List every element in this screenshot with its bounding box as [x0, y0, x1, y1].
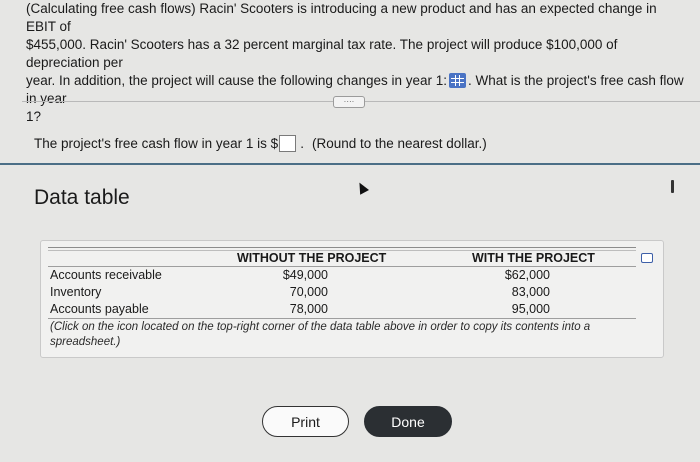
copy-icon[interactable]	[641, 253, 653, 263]
close-icon[interactable]	[671, 180, 674, 193]
modal-title: Data table	[34, 186, 130, 209]
row-label: Accounts receivable	[50, 268, 162, 282]
value-without: 78,000	[289, 302, 328, 316]
row-label: Accounts payable	[50, 302, 149, 316]
mouse-cursor-icon	[355, 180, 369, 195]
copy-instructions-note: (Click on the icon located on the top-ri…	[50, 321, 591, 348]
table-row: Accounts payable 78,000 95,000	[0, 302, 700, 318]
expand-button[interactable]: ····	[333, 96, 365, 108]
question-line-2: $455,000. Racin' Scooters has a 32 perce…	[26, 37, 618, 70]
column-header-without: WITHOUT THE PROJECT	[237, 251, 387, 265]
table-row: Accounts receivable $49,000 $62,000	[0, 268, 700, 284]
answer-row: The project's free cash flow in year 1 i…	[34, 135, 487, 152]
print-button[interactable]: Print	[262, 406, 349, 437]
header-rule	[48, 266, 636, 267]
row-label: Inventory	[50, 285, 102, 299]
table-top-rule	[48, 247, 636, 248]
modal-top-border	[0, 163, 700, 165]
question-line-1: (Calculating free cash flows) Racin' Sco…	[26, 1, 657, 34]
table-row: Inventory 70,000 83,000	[0, 285, 700, 301]
value-with: 95,000	[511, 302, 550, 316]
value-without: 70,000	[289, 285, 328, 299]
question-line-4: 1?	[26, 109, 42, 124]
answer-hint: (Round to the nearest dollar.)	[311, 136, 487, 151]
footer-rule	[48, 318, 636, 319]
value-with: 83,000	[511, 285, 550, 299]
done-button[interactable]: Done	[364, 406, 452, 437]
table-grid-icon[interactable]	[449, 73, 466, 88]
value-without: $49,000	[282, 268, 328, 282]
answer-prefix: The project's free cash flow in year 1 i…	[34, 136, 279, 151]
question-line-3a: year. In addition, the project will caus…	[26, 73, 447, 88]
answer-input[interactable]	[279, 135, 297, 152]
answer-period: .	[300, 136, 304, 151]
column-header-with: WITH THE PROJECT	[472, 251, 595, 265]
value-with: $62,000	[504, 268, 550, 282]
